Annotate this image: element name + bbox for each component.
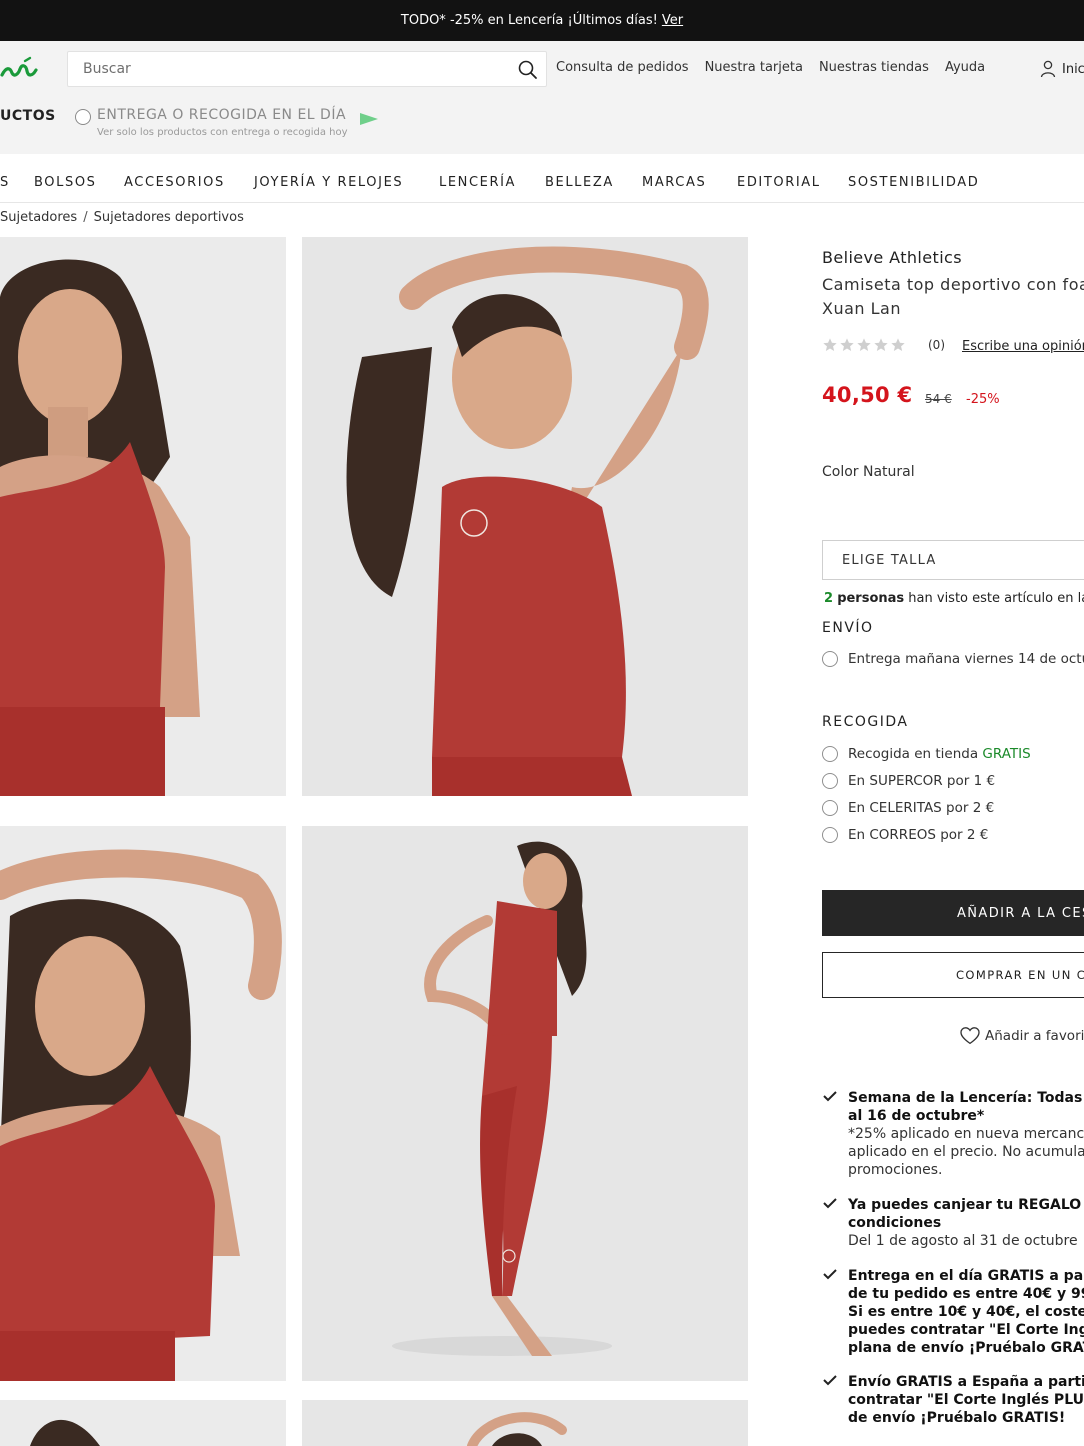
bullet-line: Envío GRATIS a España a partir d [848,1374,1084,1390]
check-icon [823,1091,837,1102]
star-icon [874,338,888,351]
heart-icon [960,1027,980,1045]
nav-item-editorial[interactable]: EDITORIAL [737,175,821,190]
add-favorite-button[interactable]: Añadir a favorite [960,1027,1084,1045]
product-photo-6[interactable] [302,1400,748,1446]
search-icon[interactable] [516,58,540,82]
viewers-bold: personas [837,591,905,606]
bullet-line: Del 1 de agosto al 31 de octubre [848,1233,1078,1249]
product-title-line: Camiseta top deportivo con foa [822,275,1084,294]
product-photo-2[interactable] [302,237,748,796]
bullet-line: Ya puedes canjear tu REGALO de [848,1197,1084,1213]
nav-item-joyeria[interactable]: JOYERÍA Y RELOJES [254,175,403,190]
radio-button[interactable] [822,773,838,789]
bullet-line: Si es entre 10€ y 40€, el coste ser [848,1304,1084,1320]
product-title-line: Xuan Lan [822,299,901,318]
check-icon [823,1198,837,1209]
bullet-line: plana de envío ¡Pruébalo GRATIS! [848,1340,1084,1356]
link-our-card[interactable]: Nuestra tarjeta [705,60,803,75]
size-select-label: ELIGE TALLA [842,552,937,568]
same-day-title: ENTREGA O RECOGIDA EN EL DÍA [97,107,347,123]
bullet-line: aplicado en el precio. No acumula [848,1144,1084,1160]
bullet-line: Semana de la Lencería: Todas las [848,1090,1084,1106]
breadcrumb: Sujetadores / Sujetadores deportivos [0,210,244,225]
pickup-option-supercor[interactable]: En SUPERCOR por 1 € [822,773,995,789]
search-bar [67,51,547,87]
same-day-subtitle: Ver solo los productos con entrega o rec… [97,127,348,138]
product-photo-1[interactable] [0,237,286,796]
pickup-celeritas-label: En CELERITAS por 2 € [848,800,995,816]
reviews-count: (0) [928,338,945,352]
pickup-option-celeritas[interactable]: En CELERITAS por 2 € [822,800,994,816]
rating-stars [822,337,906,353]
product-photo-4[interactable] [302,826,748,1381]
size-select[interactable]: ELIGE TALLA [822,540,1084,580]
nav-item-lenceria[interactable]: LENCERÍA [439,175,516,190]
original-price: 54 € [925,392,952,406]
breadcrumb-item[interactable]: Sujetadores deportivos [94,210,244,225]
free-label: GRATIS [982,746,1031,762]
write-review-link[interactable]: Escribe una opinión [962,339,1084,354]
star-icon [857,338,871,351]
nav-item-accesorios[interactable]: ACCESORIOS [124,175,225,190]
nav-item-bolsos[interactable]: BOLSOS [34,175,97,190]
search-input[interactable] [83,61,503,77]
pickup-option-correos[interactable]: En CORREOS por 2 € [822,827,988,843]
shipping-title: ENVÍO [822,620,874,636]
add-to-cart-label: AÑADIR A LA CEST [957,905,1084,921]
shipping-option-label: Entrega mañana viernes 14 de octub [848,651,1084,667]
pickup-correos-label: En CORREOS por 2 € [848,827,989,843]
nav-item-belleza[interactable]: BELLEZA [545,175,614,190]
radio-button[interactable] [822,800,838,816]
radio-button[interactable] [822,651,838,667]
viewers-notice: 2 personas han visto este artículo en la… [824,591,1084,606]
bullet-line: al 16 de octubre* [848,1108,985,1124]
check-icon [823,1269,837,1280]
buy-one-click-label: COMPRAR EN UN CL [956,968,1084,982]
star-icon [891,338,905,351]
breadcrumb-separator: / [83,210,88,225]
brand-logo[interactable] [0,55,40,85]
pickup-title: RECOGIDA [822,714,909,730]
star-icon [840,338,854,351]
same-day-radio[interactable] [75,109,91,125]
promo-link[interactable]: Ver [662,13,683,28]
breadcrumb-item[interactable]: Sujetadores [0,210,77,225]
add-to-cart-button[interactable]: AÑADIR A LA CEST [822,890,1084,936]
product-title: Camiseta top deportivo con foa Xuan Lan [822,273,1084,321]
link-order-status[interactable]: Consulta de pedidos [556,60,689,75]
current-price: 40,50 € [822,383,913,407]
radio-button[interactable] [822,746,838,762]
pickup-option-store[interactable]: Recogida en tienda GRATIS [822,746,1031,762]
products-filter-label: UCTOS [0,108,56,124]
color-label: Color Natural [822,464,915,480]
check-icon [823,1375,837,1386]
viewers-text: han visto este artículo en las [908,591,1084,606]
viewers-count: 2 [824,591,834,606]
nav-item-marcas[interactable]: MARCAS [642,175,706,190]
add-favorite-label: Añadir a favorite [985,1028,1084,1044]
star-icon [823,338,837,351]
flag-icon [360,110,378,129]
product-photo-5[interactable] [0,1400,286,1446]
pickup-store-label: Recogida en tienda [848,746,979,762]
shipping-option-tomorrow[interactable]: Entrega mañana viernes 14 de octub [822,651,1084,667]
product-brand[interactable]: Believe Athletics [822,248,962,267]
promo-text: TODO* -25% en Lencería ¡Últimos días! [400,13,658,28]
bullet-line: puedes contratar "El Corte Inglés [848,1322,1084,1338]
bullet-line: condiciones [848,1215,942,1231]
bullet-line: contratar "El Corte Inglés PLUS", r [848,1392,1084,1408]
bullet-line: de tu pedido es entre 40€ y 99€, [848,1286,1084,1302]
product-photo-3[interactable] [0,826,286,1381]
discount-badge: -25% [966,392,1000,407]
bullet-line: *25% aplicado en nueva mercanc [848,1126,1084,1142]
product-info-panel: Believe Athletics Camiseta top deportivo… [822,0,1084,1446]
bullet-line: Entrega en el día GRATIS a partir [848,1268,1084,1284]
pickup-supercor-label: En SUPERCOR por 1 € [848,773,996,789]
radio-button[interactable] [822,827,838,843]
bullet-line: de envío ¡Pruébalo GRATIS! [848,1410,1066,1426]
bullet-line: promociones. [848,1162,943,1178]
buy-one-click-button[interactable]: COMPRAR EN UN CL [822,952,1084,998]
nav-item-partial[interactable]: S [0,175,10,190]
